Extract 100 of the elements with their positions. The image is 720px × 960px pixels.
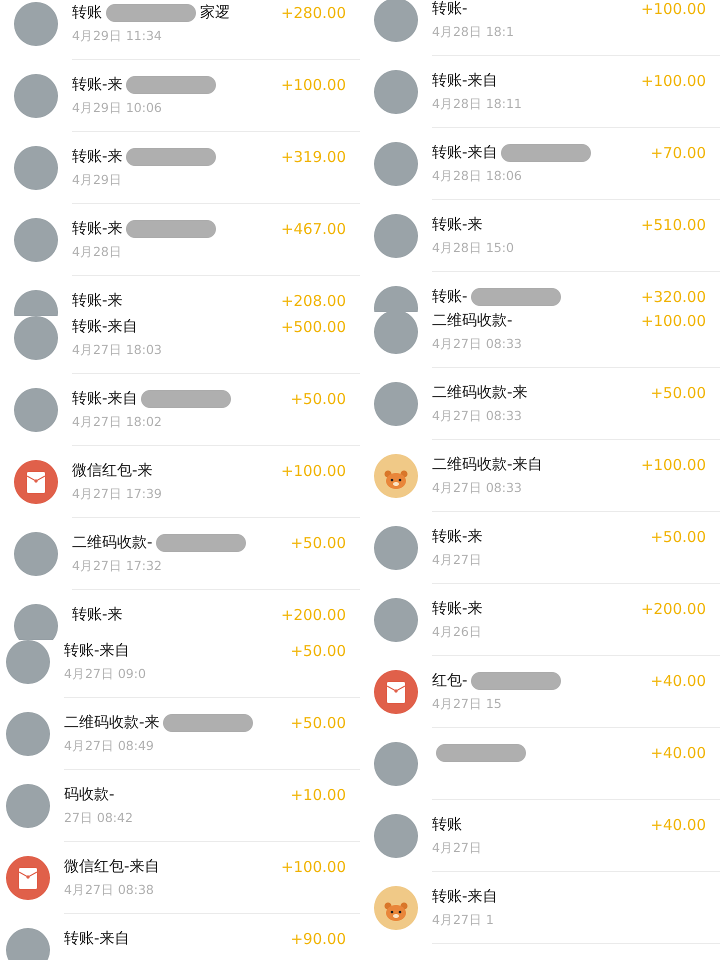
amount: +10.00 <box>290 785 346 806</box>
transaction-time: 4月27日 <box>432 552 482 566</box>
transaction-title: 二维码收款- <box>72 532 152 554</box>
avatar-photo-placeholder <box>374 814 418 858</box>
amount: +70.00 <box>650 143 706 164</box>
transaction-title: 转账-来 <box>72 146 122 168</box>
tiger-avatar-icon <box>374 454 418 498</box>
transaction-time: 4月27日 1 <box>432 912 494 926</box>
amount: +200.00 <box>640 599 706 620</box>
transaction-title: 微信红包-来自 <box>64 856 160 878</box>
avatar-photo-placeholder <box>374 526 418 570</box>
avatar-photo-placeholder <box>6 712 50 756</box>
amount: +100.00 <box>640 71 706 92</box>
amount: +100.00 <box>640 312 706 332</box>
transaction-title: 转账- <box>432 0 468 20</box>
transaction-title: 转账-来 <box>432 214 482 236</box>
transaction-time: 4月27日 18:02 <box>72 414 162 428</box>
transaction-title: 转账-来自 <box>432 886 498 908</box>
avatar-photo-placeholder <box>374 70 418 114</box>
avatar-photo-placeholder <box>14 532 58 576</box>
transaction-title: 转账-来自 <box>72 388 138 410</box>
transaction-time: 4月28日 15:0 <box>432 240 514 254</box>
transaction-time: 4月27日 08:33 <box>432 336 522 350</box>
amount: +40.00 <box>650 743 706 764</box>
transaction-time: 27日 08:42 <box>64 810 133 824</box>
transaction-time: 4月28日 18:06 <box>432 168 522 182</box>
transaction-time: 4月27日 08:33 <box>432 480 522 494</box>
transaction-time: 4月27日 08:38 <box>64 882 154 896</box>
transaction-time: 4月27日 08:49 <box>64 738 154 752</box>
amount: +100.00 <box>640 455 706 476</box>
transaction-time: 4月27日 17:32 <box>72 558 162 572</box>
amount: +280.00 <box>280 3 346 24</box>
amount: +50.00 <box>290 641 346 662</box>
transaction-time: 4月28日 18:1 <box>432 24 514 38</box>
transaction-time: 4月27日 17:39 <box>72 486 162 500</box>
transaction-title: 转账-来自 <box>432 142 498 164</box>
transaction-title: 转账- <box>432 286 468 308</box>
avatar-photo-placeholder <box>14 74 58 118</box>
amount: +200.00 <box>280 605 346 626</box>
transaction-time: 4月29日 <box>72 172 122 186</box>
avatar-photo-placeholder <box>374 142 418 186</box>
transaction-title: 二维码收款-来 <box>432 382 528 404</box>
envelope-icon <box>14 460 58 504</box>
transaction-time: 4月27日 15 <box>432 696 502 710</box>
transaction-title: 转账-来自 <box>432 70 498 92</box>
transaction-title: 转账-来 <box>72 74 122 96</box>
transaction-title: 转账-来 <box>72 218 122 240</box>
envelope-icon <box>374 670 418 714</box>
avatar-photo-placeholder <box>14 218 58 262</box>
amount: +50.00 <box>290 389 346 410</box>
avatar-photo-placeholder <box>6 640 50 684</box>
amount: +100.00 <box>640 0 706 20</box>
amount: +500.00 <box>280 317 346 338</box>
transaction-title: 二维码收款-来自 <box>432 454 542 476</box>
tiger-avatar-icon <box>374 886 418 930</box>
amount: +50.00 <box>290 533 346 554</box>
amount: +510.00 <box>640 215 706 236</box>
amount: +320.00 <box>640 287 706 308</box>
amount: +40.00 <box>650 671 706 692</box>
avatar-photo-placeholder <box>6 784 50 828</box>
avatar-photo-placeholder <box>374 0 418 42</box>
avatar-photo-placeholder <box>6 928 50 960</box>
transaction-time: 4月27日 09:0 <box>64 666 146 680</box>
amount: +100.00 <box>280 857 346 878</box>
transaction-title: 转账-来 <box>72 290 122 312</box>
amount: +208.00 <box>280 291 346 312</box>
avatar-photo-placeholder <box>14 388 58 432</box>
transaction-title: 家逻 <box>200 2 230 24</box>
amount: +50.00 <box>290 713 346 734</box>
amount: +467.00 <box>280 219 346 240</box>
transaction-time: 4月28日 18:11 <box>432 96 522 110</box>
transaction-title: 转账 <box>72 2 102 24</box>
transaction-title: 转账-来 <box>72 604 122 626</box>
transaction-time: 4月28日 <box>72 244 122 258</box>
transaction-title: 微信红包-来 <box>72 460 152 482</box>
avatar-photo-placeholder <box>374 214 418 258</box>
transaction-title: 二维码收款- <box>432 312 512 332</box>
transaction-title: 转账-来 <box>432 526 482 548</box>
amount: +50.00 <box>650 383 706 404</box>
avatar-photo-placeholder <box>14 146 58 190</box>
transaction-title: 转账-来自 <box>64 640 130 662</box>
transaction-time: 4月27日 08:33 <box>432 408 522 422</box>
amount: +40.00 <box>650 815 706 836</box>
transaction-title: 红包- <box>432 670 468 692</box>
avatar-photo-placeholder <box>14 604 58 640</box>
amount: +100.00 <box>280 461 346 482</box>
avatar-photo-placeholder <box>374 742 418 786</box>
transaction-time: 4月29日 11:34 <box>72 28 162 42</box>
avatar-photo-placeholder <box>374 382 418 426</box>
envelope-icon <box>6 856 50 900</box>
transaction-time: 4月29日 10:06 <box>72 100 162 114</box>
transaction-title: 转账-来自 <box>64 928 130 950</box>
transaction-title: 转账 <box>432 814 462 836</box>
amount: +100.00 <box>280 75 346 96</box>
transaction-title: 码收款- <box>64 784 114 806</box>
transaction-title: 二维码收款-来 <box>64 712 160 734</box>
transaction-time: 4月27日 18:03 <box>72 342 162 356</box>
transaction-time: 4月27日 <box>432 840 482 854</box>
amount: +90.00 <box>290 929 346 950</box>
avatar-photo-placeholder <box>374 598 418 642</box>
